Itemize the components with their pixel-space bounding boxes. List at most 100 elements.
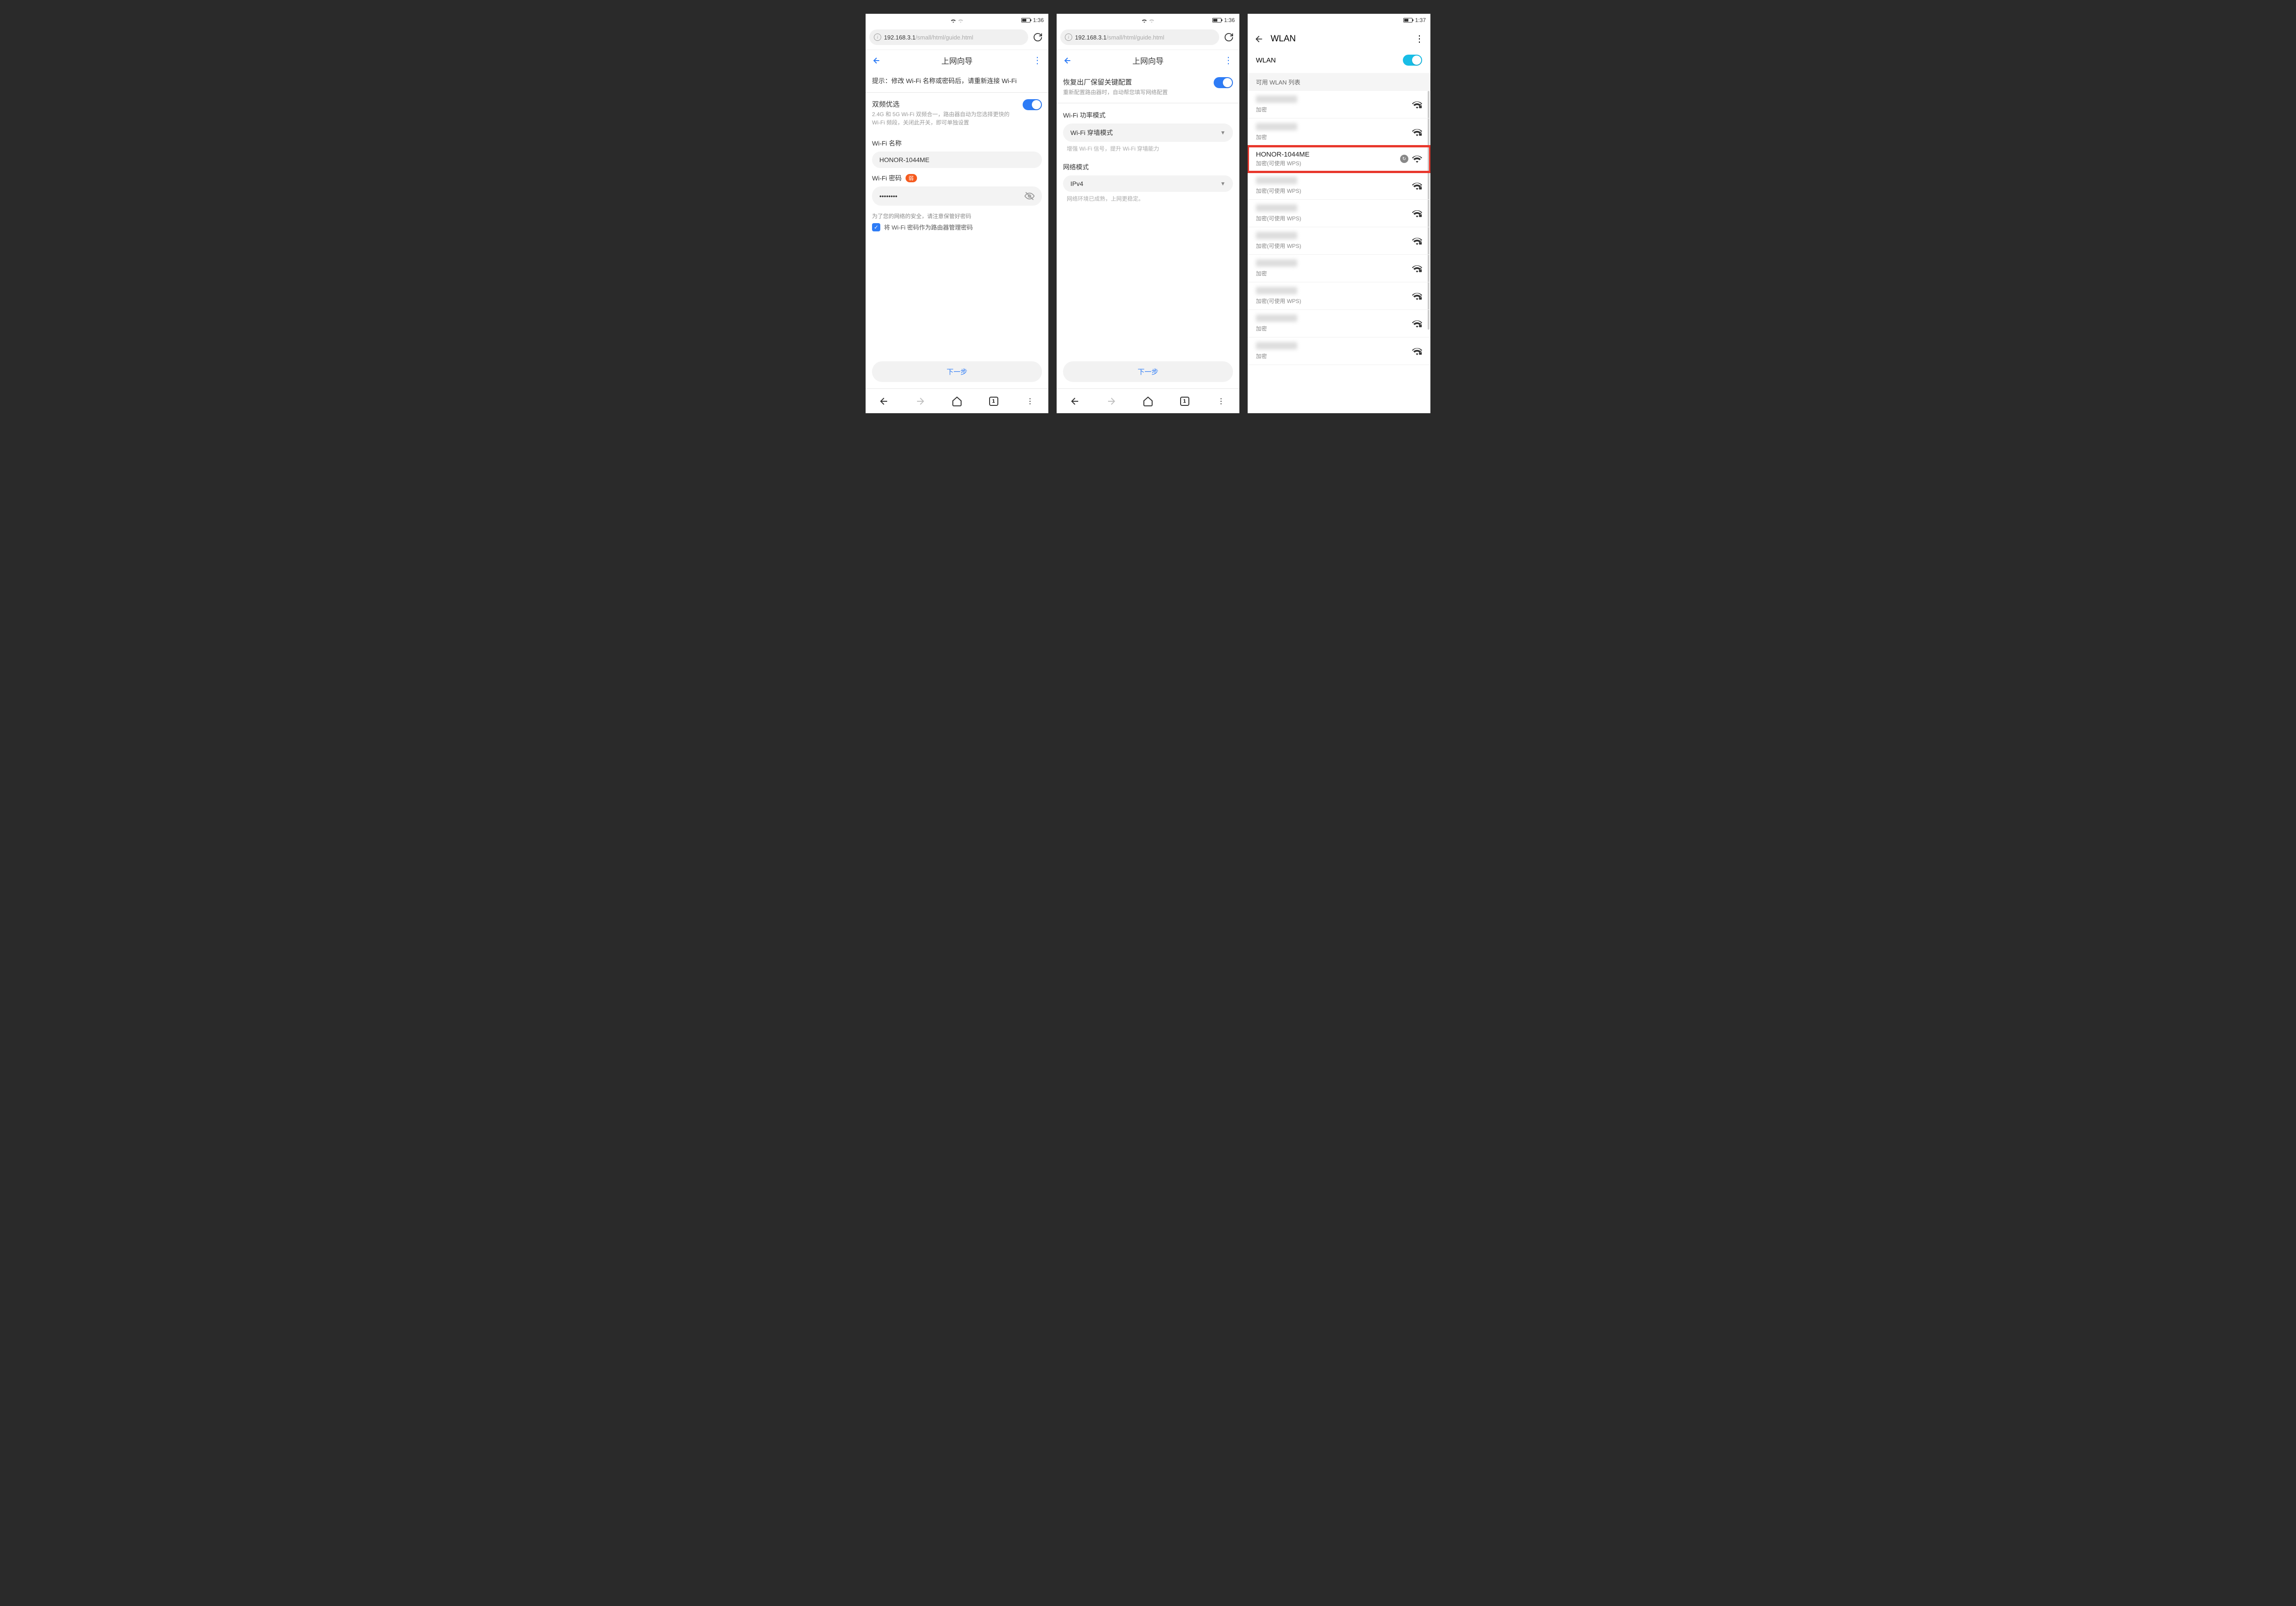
wlan-network-item[interactable]: 加密(可使用 WPS) (1248, 282, 1430, 310)
next-button[interactable]: 下一步 (872, 361, 1042, 382)
wlan-network-item[interactable]: 加密 (1248, 310, 1430, 337)
password-strength-badge: 弱 (906, 174, 917, 182)
nav-back-button[interactable] (1069, 395, 1081, 408)
page-header: 上网向导 ⋮ (866, 50, 1048, 71)
net-mode-label: 网络模式 (1063, 163, 1233, 172)
dualband-switch[interactable] (1023, 99, 1042, 110)
page-title: 上网向导 (1074, 55, 1222, 66)
nav-forward-button[interactable] (1105, 395, 1118, 408)
wlan-toggle-label: WLAN (1256, 56, 1276, 64)
url-bar[interactable]: i 192.168.3.1/small/html/guide.html (1060, 29, 1219, 45)
restore-desc: 重新配置路由器时，自动帮您填写网络配置 (1063, 88, 1209, 96)
nav-menu-button[interactable]: ⋮ (1215, 395, 1227, 408)
restore-config-row: 恢复出厂保留关键配置 重新配置路由器时，自动帮您填写网络配置 (1063, 71, 1233, 103)
page-menu-button[interactable]: ⋮ (1031, 55, 1042, 66)
power-mode-select[interactable]: Wi-Fi 穿墙模式 ▼ (1063, 124, 1233, 142)
phone-screen-1: 1:36 i 192.168.3.1/small/html/guide.html… (866, 14, 1048, 413)
wifi-signal-icon (1412, 182, 1422, 190)
wlan-security-label: 加密 (1256, 106, 1412, 113)
site-info-icon[interactable]: i (1065, 34, 1072, 41)
wlan-ssid-redacted (1256, 95, 1297, 103)
url-bar[interactable]: i 192.168.3.1/small/html/guide.html (869, 29, 1028, 45)
nav-back-button[interactable] (878, 395, 890, 408)
wlan-ssid: HONOR-1044ME (1256, 151, 1310, 158)
address-bar-row: i 192.168.3.1/small/html/guide.html (866, 27, 1048, 50)
wifi-signal-icon (1412, 320, 1422, 328)
restore-switch[interactable] (1214, 77, 1233, 88)
wifi-signal-icon (1412, 101, 1422, 109)
wifi-password-input[interactable]: •••••••• (872, 186, 1042, 206)
wifi-icon-secondary (1148, 18, 1155, 23)
toggle-visibility-icon[interactable] (1024, 191, 1035, 201)
status-bar: 1:36 (866, 14, 1048, 27)
net-mode-help: 网络环境已成熟，上网更稳定。 (1063, 195, 1233, 207)
admin-password-checkbox-row[interactable]: ✓ 将 Wi-Fi 密码作为路由器管理密码 (872, 223, 1042, 231)
tab-count: 1 (1180, 397, 1189, 406)
wlan-toggle-row: WLAN (1248, 49, 1430, 73)
wlan-network-item[interactable]: 加密 (1248, 118, 1430, 146)
wlan-security-label: 加密(可使用 WPS) (1256, 214, 1412, 222)
wlan-network-item[interactable]: 加密 (1248, 91, 1430, 118)
wlan-security-label: 加密 (1256, 270, 1412, 277)
checkbox-label: 将 Wi-Fi 密码作为路由器管理密码 (884, 223, 973, 231)
status-time: 1:36 (1033, 17, 1044, 23)
nav-tabs-button[interactable]: 1 (1178, 395, 1191, 408)
net-mode-value: IPv4 (1070, 180, 1083, 187)
wlan-ssid-redacted (1256, 204, 1297, 212)
wlan-network-item[interactable]: 加密 (1248, 337, 1430, 365)
status-bar: 1:36 (1057, 14, 1239, 27)
chevron-down-icon: ▼ (1220, 180, 1226, 187)
wifi-signal-icon (1412, 347, 1422, 355)
wlan-ssid-redacted (1256, 342, 1297, 349)
wlan-network-list[interactable]: 加密 加密 HONOR-1044ME 加密(可使用 WPS) ↻ 加密(可使用 (1248, 91, 1430, 413)
wlan-network-item[interactable]: 加密(可使用 WPS) (1248, 200, 1430, 227)
nav-forward-button[interactable] (914, 395, 927, 408)
page-header: 上网向导 ⋮ (1057, 50, 1239, 71)
back-button[interactable] (1063, 56, 1074, 65)
wlan-security-label: 加密(可使用 WPS) (1256, 187, 1412, 195)
page-title: 上网向导 (883, 55, 1031, 66)
nav-menu-button[interactable]: ⋮ (1024, 395, 1036, 408)
wlan-network-item[interactable]: 加密(可使用 WPS) (1248, 172, 1430, 200)
status-bar: 1:37 (1248, 14, 1430, 27)
wlan-security-label: 加密 (1256, 352, 1412, 360)
back-button[interactable] (872, 56, 883, 65)
battery-icon (1403, 18, 1412, 22)
wlan-switch[interactable] (1403, 55, 1422, 66)
reload-button[interactable] (1031, 30, 1045, 44)
wlan-ssid-redacted (1256, 314, 1297, 322)
password-tip: 为了您的网络的安全，请注意保管好密码 (872, 212, 1042, 220)
wifi-name-value: HONOR-1044ME (879, 156, 929, 163)
back-button[interactable] (1254, 34, 1264, 44)
restore-title: 恢复出厂保留关键配置 (1063, 77, 1209, 87)
page-menu-button[interactable]: ⋮ (1222, 55, 1233, 66)
next-button[interactable]: 下一步 (1063, 361, 1233, 382)
tab-count: 1 (989, 397, 998, 406)
power-mode-help: 增强 Wi-Fi 信号，提升 Wi-Fi 穿墙能力 (1063, 145, 1233, 157)
nav-tabs-button[interactable]: 1 (987, 395, 1000, 408)
wlan-ssid-redacted (1256, 123, 1297, 130)
wifi-name-input[interactable]: HONOR-1044ME (872, 152, 1042, 168)
wifi-signal-icon (1412, 155, 1422, 163)
wlan-network-item[interactable]: 加密 (1248, 255, 1430, 282)
dualband-toggle-row: 双频优选 2.4G 和 5G Wi-Fi 双频合一，路由器自动为您选择更快的 W… (872, 93, 1042, 133)
wlan-menu-button[interactable]: ⋮ (1415, 33, 1424, 45)
status-time: 1:37 (1415, 17, 1426, 23)
wlan-ssid-redacted (1256, 232, 1297, 239)
wlan-security-label: 加密 (1256, 325, 1412, 332)
wlan-network-item[interactable]: 加密(可使用 WPS) (1248, 227, 1430, 255)
wlan-ssid-redacted (1256, 259, 1297, 267)
wifi-icon (950, 18, 957, 23)
page-content: 恢复出厂保留关键配置 重新配置路由器时，自动帮您填写网络配置 Wi-Fi 功率模… (1057, 71, 1239, 361)
nav-home-button[interactable] (1142, 395, 1154, 408)
wlan-network-item[interactable]: HONOR-1044ME 加密(可使用 WPS) ↻ (1248, 146, 1430, 172)
status-wifi-icons (950, 18, 964, 23)
site-info-icon[interactable]: i (874, 34, 881, 41)
nav-home-button[interactable] (951, 395, 963, 408)
net-mode-select[interactable]: IPv4 ▼ (1063, 175, 1233, 192)
battery-icon (1212, 18, 1221, 22)
hint-text: 提示：修改 Wi-Fi 名称或密码后，请重新连接 Wi-Fi (872, 71, 1042, 92)
url-path: /small/html/guide.html (916, 34, 974, 41)
reload-button[interactable] (1222, 30, 1236, 44)
wifi-password-label: Wi-Fi 密码 弱 (872, 174, 1042, 183)
